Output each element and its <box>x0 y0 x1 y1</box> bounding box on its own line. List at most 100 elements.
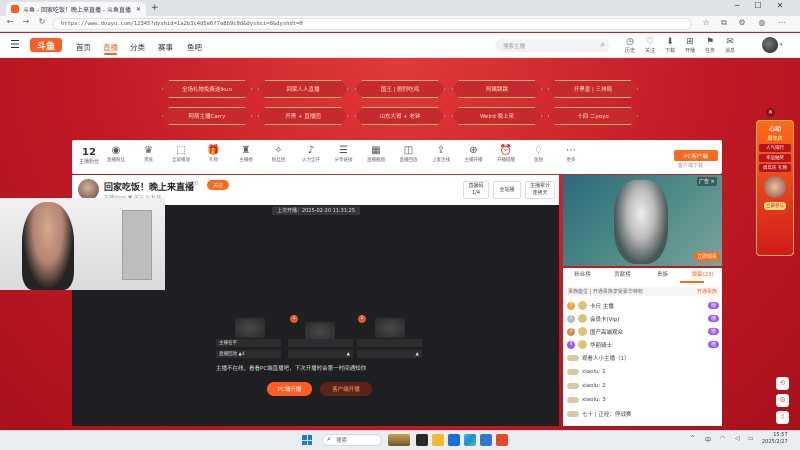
banner-tag[interactable]: 国王 | 剧烈吃鸡 <box>355 80 445 98</box>
header-message[interactable]: ✉ 消息 <box>721 37 739 54</box>
tray-input-icon[interactable]: 中 <box>705 435 711 444</box>
anniversary-side-ad[interactable]: 心动 周年庆 人气排行 幸运抽奖 周年庆 礼物 立即参与 <box>756 120 794 256</box>
hamburger-menu-icon[interactable]: ☰ <box>10 38 20 51</box>
replay-thumbnail[interactable] <box>235 318 265 338</box>
tab-nobles[interactable]: 贵族 <box>643 270 682 278</box>
replay-title[interactable] <box>357 339 422 347</box>
banner-tag[interactable]: 阿萌主播Carry <box>162 107 252 125</box>
side-ad-button[interactable]: 立即参与 <box>764 202 786 210</box>
douyu-logo[interactable]: 斗鱼 <box>30 38 62 52</box>
taskbar-taskview-icon[interactable] <box>416 434 428 446</box>
tab-contribution-rank[interactable]: 贡献榜 <box>603 270 642 278</box>
banner-tag[interactable]: 开黑皇 | 三排局 <box>548 80 638 98</box>
taskbar-mail-icon[interactable] <box>448 434 460 446</box>
chevron-down-icon[interactable]: ▾ <box>780 42 783 48</box>
url-input[interactable]: https://www.douyu.com/12345?dyshid=1a2b3… <box>52 18 692 30</box>
rank-row[interactable]: 3 国产高端观众 榜 <box>567 326 719 337</box>
taskbar-widget-icon[interactable] <box>388 434 410 446</box>
nav-home[interactable]: 首页 <box>76 42 91 53</box>
site-search-input[interactable]: 搜索主播 ⌕ <box>495 39 610 52</box>
rank-row[interactable]: 4 华丽骑士 榜 <box>567 339 719 350</box>
taskbar-app-icon[interactable] <box>496 434 508 446</box>
toolbar-item[interactable]: 🎁 礼物 <box>202 145 226 163</box>
new-tab-button[interactable]: + <box>151 3 159 13</box>
banner-tag[interactable]: 十四 二yoyo <box>548 107 638 125</box>
rank-row[interactable]: 1 卡尺 主播 榜 <box>567 300 719 311</box>
pc-client-button[interactable]: PC客户端 <box>674 150 718 161</box>
banner-tag[interactable]: Weird 晚上来 <box>452 107 542 125</box>
side-ad-close-icon[interactable]: ✕ <box>766 108 775 117</box>
toolbar-item[interactable]: ◉ 直播粉丝 <box>104 145 128 163</box>
search-icon[interactable]: ⌕ <box>601 40 605 50</box>
banner-tag[interactable]: 全场礼物免费送ikun <box>162 80 252 98</box>
collections-icon[interactable]: ⧉ <box>718 18 730 28</box>
toolbar-item[interactable]: ☰ 分享链接 <box>332 145 356 163</box>
nav-category[interactable]: 分类 <box>130 42 145 53</box>
minimize-button[interactable]: ─ <box>727 1 747 10</box>
replay-float-icon[interactable]: ⟲ <box>776 377 789 390</box>
user-avatar[interactable] <box>762 37 778 53</box>
favorites-icon[interactable]: ☆ <box>700 18 712 27</box>
forward-icon[interactable]: → <box>20 17 32 26</box>
toolbar-item[interactable]: ⇪ 上麦连线 <box>429 145 453 163</box>
taskbar-clock[interactable]: 15:57 2025/2/27 <box>762 432 788 446</box>
header-task[interactable]: ⚑ 任务 <box>701 37 719 54</box>
side-ad-item[interactable]: 人气排行 <box>759 144 791 152</box>
browser-tab[interactable]: 斗鱼 - 回家吃饭！晚上来直播 - 斗鱼直播 ✕ <box>6 2 146 16</box>
banner-tag[interactable]: 开黑 + 直播团 <box>258 107 348 125</box>
replay-thumbnail[interactable] <box>375 318 405 338</box>
header-download[interactable]: ⬇ 下载 <box>661 37 679 54</box>
tray-battery-icon[interactable]: ▭ <box>748 435 754 442</box>
maximize-button[interactable]: ☐ <box>748 1 768 10</box>
tray-volume-icon[interactable]: ◁ <box>735 435 740 442</box>
pc-open-button[interactable]: PC端开播 <box>267 382 312 396</box>
toolbar-item[interactable]: ♜ 主播榜 <box>234 145 258 163</box>
windows-start-icon[interactable] <box>302 435 312 445</box>
reload-icon[interactable]: ↻ <box>36 17 48 26</box>
toolbar-item[interactable]: ▦ 直播截图 <box>364 145 388 163</box>
room-code-button[interactable]: 直播码 1/4 <box>463 181 489 199</box>
toolbar-item[interactable]: ◫ 直播回放 <box>397 145 421 163</box>
back-top-float-icon[interactable]: ⇧ <box>776 411 789 424</box>
header-follow[interactable]: ♡ 关注 <box>641 37 659 54</box>
toolbar-item[interactable]: ♢ 鱼翅 <box>527 145 551 163</box>
banner-tag[interactable]: 阿姨跳跳 <box>452 80 542 98</box>
host-avatar[interactable] <box>78 179 99 200</box>
header-history[interactable]: ◷ 历史 <box>621 37 639 54</box>
taskbar-explorer-icon[interactable] <box>432 434 444 446</box>
nav-live[interactable]: 直播 <box>103 42 118 55</box>
open-noble-button[interactable]: 开通贵族 <box>697 288 717 295</box>
header-broadcast[interactable]: ⊞ 开播 <box>681 37 699 54</box>
toolbar-item[interactable]: ♪ 火力全开 <box>299 145 323 163</box>
side-ad-item[interactable]: 周年庆 礼物 <box>759 164 791 172</box>
settings-float-icon[interactable]: ⚙ <box>776 394 789 407</box>
ad-watch-button[interactable]: 立即观看 <box>694 252 720 261</box>
browser-menu-icon[interactable]: ⋯ <box>776 18 788 27</box>
side-ad-item[interactable]: 幸运抽奖 <box>759 154 791 162</box>
ad-close-tag[interactable]: 广告 ✕ <box>697 177 717 186</box>
checkin-button[interactable]: 主播累计 连续天 <box>525 181 555 199</box>
toolbar-item[interactable]: ⋯ 更多 <box>559 145 583 163</box>
taskbar-search[interactable]: ⌕ 搜索 <box>322 434 382 446</box>
tray-chevron-icon[interactable]: ^ <box>690 435 695 442</box>
tab-close-icon[interactable]: ✕ <box>136 6 141 13</box>
toolbar-item[interactable]: ✧ 粉丝团 <box>267 145 291 163</box>
tab-danmaku[interactable]: 弹幕(23) <box>683 270 722 278</box>
nav-events[interactable]: 赛事 <box>158 42 173 53</box>
tab-fans-rank[interactable]: 粉丝榜 <box>563 270 602 278</box>
toolbar-item[interactable]: ⏰ 开播提醒 <box>494 145 518 163</box>
toolbar-item[interactable]: ♛ 贵族 <box>137 145 161 163</box>
nav-fishbar[interactable]: 鱼吧 <box>187 42 202 53</box>
site-broadcast-button[interactable]: 全站播 <box>493 181 521 199</box>
fans-count[interactable]: 12 主播粉丝 <box>79 147 99 165</box>
taskbar-edge-icon[interactable] <box>464 434 476 446</box>
replay-title[interactable]: 主播名字 <box>216 339 281 347</box>
window-close-button[interactable]: ✕ <box>770 1 790 10</box>
extensions-icon[interactable]: ⚙ <box>736 18 748 27</box>
taskbar-app-icon[interactable] <box>480 434 492 446</box>
app-open-button[interactable]: 客户端开播 <box>320 382 372 396</box>
banner-tag[interactable]: 回家人人直播 <box>258 80 348 98</box>
follow-button[interactable]: 关注 <box>207 180 229 190</box>
rank-row[interactable]: 2 会员卡(Vip) 榜 <box>567 313 719 324</box>
toolbar-item[interactable]: ⬚ 全屏播放 <box>169 145 193 163</box>
